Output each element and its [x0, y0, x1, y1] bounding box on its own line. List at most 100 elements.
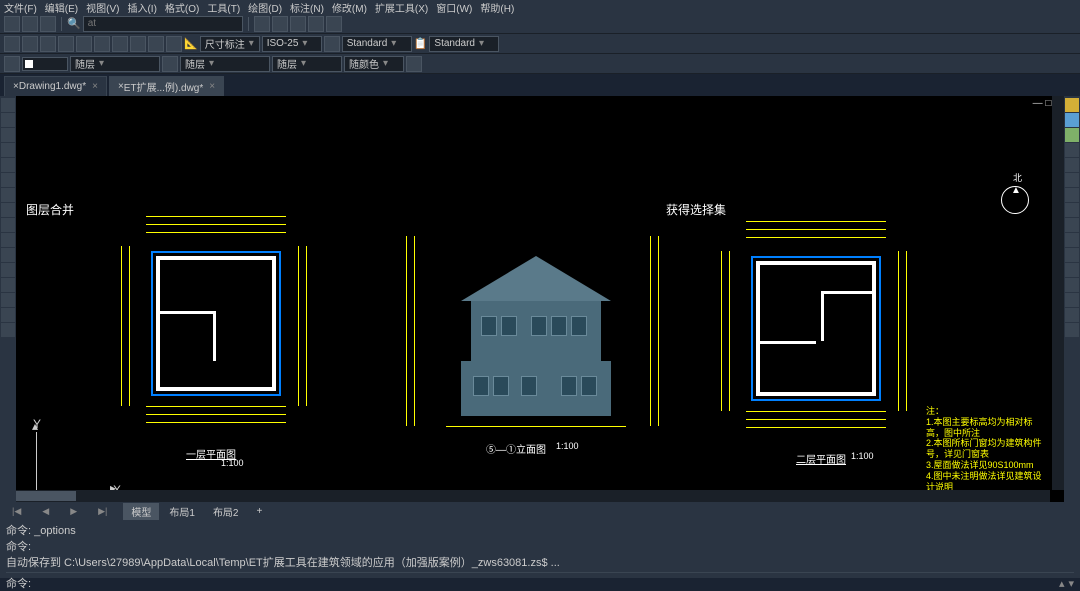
layer-state-icon[interactable]	[22, 57, 68, 71]
close-icon[interactable]: ×	[209, 81, 215, 92]
textstyle-dropdown[interactable]: Standard	[342, 36, 412, 52]
dim-icon5[interactable]	[76, 36, 92, 52]
copy-icon[interactable]	[272, 16, 288, 32]
layout-tab-1[interactable]: 布局1	[161, 503, 203, 520]
scrollbar-vertical[interactable]	[1052, 96, 1064, 490]
cmd-history-up-icon[interactable]: ▴	[1059, 577, 1065, 590]
undo-icon[interactable]	[308, 16, 324, 32]
line-icon[interactable]	[1, 98, 15, 112]
layer-dropdown[interactable]: 随层	[70, 56, 160, 72]
block-icon[interactable]	[1, 248, 15, 262]
dim-icon6[interactable]	[94, 36, 110, 52]
dim-icon10[interactable]	[166, 36, 182, 52]
dim-icon9[interactable]	[148, 36, 164, 52]
tool-icon4[interactable]	[1, 308, 15, 322]
circle-icon[interactable]	[1, 128, 15, 142]
layout-tab-2[interactable]: 布局2	[205, 503, 247, 520]
scrollbar-horizontal[interactable]	[16, 490, 1050, 502]
dim-icon7[interactable]	[112, 36, 128, 52]
iso-dropdown[interactable]: ISO-25	[262, 36, 322, 52]
modify-rotate-icon[interactable]	[1065, 128, 1079, 142]
menu-view[interactable]: 视图(V)	[86, 0, 119, 14]
menu-insert[interactable]: 插入(I)	[127, 0, 156, 14]
menu-file[interactable]: 文件(F)	[4, 0, 37, 14]
tool-icon2[interactable]	[1, 278, 15, 292]
text-icon[interactable]	[324, 36, 340, 52]
tool-icon3[interactable]	[1, 293, 15, 307]
drawing-canvas[interactable]: — □ × 图层合并 获得选择集 一层平面图 1:100	[16, 96, 1064, 502]
text-icon[interactable]	[1, 233, 15, 247]
layout-tab-model[interactable]: 模型	[123, 503, 159, 520]
ellipse-icon[interactable]	[1, 173, 15, 187]
tool-icon5[interactable]	[1, 323, 15, 337]
modify-offset-icon[interactable]	[1065, 173, 1079, 187]
menu-modify[interactable]: 修改(M)	[332, 0, 367, 14]
lineweight-dropdown[interactable]: 随层	[272, 56, 342, 72]
dim-icon3[interactable]	[40, 36, 56, 52]
dim-icon[interactable]	[4, 36, 20, 52]
modify-scale-icon[interactable]	[1065, 143, 1079, 157]
tab-prev-icon[interactable]: ◀	[34, 505, 57, 518]
menu-window[interactable]: 窗口(W)	[436, 0, 472, 14]
tab-next-icon[interactable]: ▶	[62, 505, 85, 518]
open-icon[interactable]	[22, 16, 38, 32]
tool-icon[interactable]	[1, 263, 15, 277]
redo-icon[interactable]	[326, 16, 342, 32]
menu-help[interactable]: 帮助(H)	[480, 0, 514, 14]
save-icon[interactable]	[40, 16, 56, 32]
modify-chamfer-icon[interactable]	[1065, 248, 1079, 262]
search-input[interactable]	[83, 16, 243, 32]
tab-drawing1[interactable]: × Drawing1.dwg* ×	[4, 76, 107, 96]
modify-join-icon[interactable]	[1065, 323, 1079, 337]
tablestyle-dropdown[interactable]: Standard	[429, 36, 499, 52]
modify-move-icon[interactable]	[1065, 98, 1079, 112]
menu-extend[interactable]: 扩展工具(X)	[375, 0, 428, 14]
menu-dim[interactable]: 标注(N)	[290, 0, 324, 14]
dim-icon2[interactable]	[22, 36, 38, 52]
spline-icon[interactable]	[1, 188, 15, 202]
tab-label: ET扩展...例).dwg*	[124, 79, 203, 94]
layout-tab-add[interactable]: +	[249, 505, 271, 518]
arc-icon[interactable]	[1, 143, 15, 157]
menu-tools[interactable]: 工具(T)	[207, 0, 240, 14]
modify-extend-icon[interactable]	[1065, 218, 1079, 232]
tab-first-icon[interactable]: |◀	[4, 505, 29, 518]
close-icon[interactable]: ×	[92, 81, 98, 92]
dim-icon8[interactable]	[130, 36, 146, 52]
menu-format[interactable]: 格式(O)	[165, 0, 199, 14]
linetype-dropdown[interactable]: 随层	[180, 56, 270, 72]
modify-copy-icon[interactable]	[1065, 113, 1079, 127]
dimstyle-dropdown[interactable]: 尺寸标注	[200, 36, 260, 52]
modify-array-icon[interactable]	[1065, 188, 1079, 202]
layer-mgr-icon[interactable]	[4, 56, 20, 72]
hatch-icon[interactable]	[1, 203, 15, 217]
modify-mirror-icon[interactable]	[1065, 158, 1079, 172]
plotstyle-dropdown[interactable]: 随颜色	[344, 56, 404, 72]
modify-break-icon[interactable]	[1065, 308, 1079, 322]
cut-icon[interactable]	[254, 16, 270, 32]
point-icon[interactable]	[1, 218, 15, 232]
modify-stretch-icon[interactable]	[1065, 293, 1079, 307]
menubar[interactable]: 文件(F) 编辑(E) 视图(V) 插入(I) 格式(O) 工具(T) 绘图(D…	[0, 0, 1080, 14]
paste-icon[interactable]	[290, 16, 306, 32]
menu-draw[interactable]: 绘图(D)	[248, 0, 282, 14]
rect-icon[interactable]	[1, 158, 15, 172]
modify-explode-icon[interactable]	[1065, 263, 1079, 277]
tab-et-extend[interactable]: × ET扩展...例).dwg* ×	[109, 76, 224, 96]
prop-icon2[interactable]	[406, 56, 422, 72]
command-input[interactable]	[31, 577, 1055, 589]
dim-icon4[interactable]	[58, 36, 74, 52]
floorplan-1	[121, 216, 311, 416]
toolbar-row-3: 随层 随层 随层 随颜色	[0, 54, 1080, 74]
elevation-scale: 1:100	[556, 441, 579, 451]
new-icon[interactable]	[4, 16, 20, 32]
prop-icon[interactable]	[162, 56, 178, 72]
modify-fillet-icon[interactable]	[1065, 233, 1079, 247]
tab-label: Drawing1.dwg*	[19, 81, 86, 92]
modify-erase-icon[interactable]	[1065, 278, 1079, 292]
menu-edit[interactable]: 编辑(E)	[45, 0, 78, 14]
polyline-icon[interactable]	[1, 113, 15, 127]
cmd-history-down-icon[interactable]: ▾	[1068, 577, 1074, 590]
tab-last-icon[interactable]: ▶|	[90, 505, 115, 518]
modify-trim-icon[interactable]	[1065, 203, 1079, 217]
